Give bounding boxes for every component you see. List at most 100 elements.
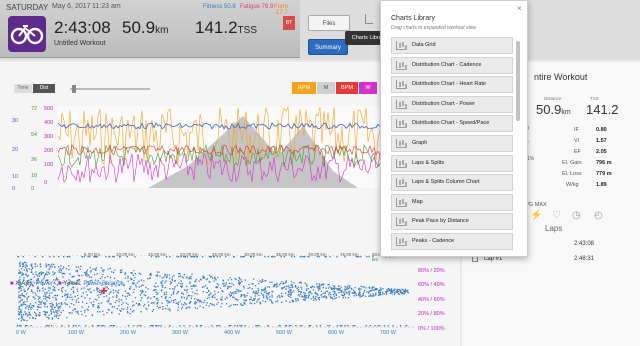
scatter-point (244, 325, 246, 327)
bike-workout-icon[interactable] (8, 16, 46, 52)
heart-icon[interactable]: ♡ (552, 210, 561, 221)
workout-graph[interactable] (58, 106, 388, 188)
channel-bpm-button[interactable]: BPM (336, 82, 358, 94)
scatter-point (123, 308, 125, 310)
chart-library-item[interactable]: Peak Pace by Distance (391, 213, 513, 231)
scatter-point (51, 318, 53, 320)
scatter-point (18, 325, 21, 327)
channel-rpm-button[interactable]: RPM (292, 82, 316, 94)
scatter-point (60, 311, 62, 314)
scatter-point (70, 288, 73, 290)
chart-library-item[interactable]: Graph (391, 135, 513, 152)
charts-library-scrollbar[interactable] (516, 41, 520, 121)
zoom-slider[interactable] (70, 88, 150, 90)
scatter-point (138, 286, 140, 288)
scatter-point (119, 256, 121, 258)
chart-library-item[interactable]: Distribution Chart - Power (391, 95, 513, 113)
channel-power-button[interactable]: W (359, 82, 377, 94)
scatter-point (316, 256, 318, 258)
charts-library-icon[interactable] (365, 14, 373, 24)
scatter-point (48, 273, 50, 275)
tss-label: TSS (590, 96, 599, 101)
scatter-point (169, 256, 171, 258)
scatter-point (394, 293, 396, 295)
scatter-point (108, 297, 110, 299)
chart-library-item[interactable]: Laps & Splits (391, 154, 513, 172)
scatter-point (94, 268, 96, 270)
scatter-point (46, 271, 48, 273)
scatter-point (175, 302, 177, 304)
scatter-point (189, 281, 191, 283)
chart-library-item[interactable]: Data Grid (391, 37, 513, 54)
channel-elevation-button[interactable]: M (317, 82, 335, 94)
scatter-point (145, 286, 147, 289)
scatter-point (359, 290, 361, 292)
metric-key: EF (574, 149, 582, 155)
lightning-icon[interactable]: ⚡ (530, 210, 542, 221)
scatter-point (205, 304, 207, 306)
scatter-point (295, 300, 297, 302)
scatter-point (58, 310, 60, 312)
metric-value: 779 m (596, 171, 612, 177)
scatter-point (317, 287, 319, 289)
scatter-point (387, 325, 389, 327)
scatter-point (261, 279, 264, 281)
scatter-point (58, 256, 60, 258)
scatter-point (46, 311, 48, 314)
chart-library-item[interactable]: Peaks - Cadence (391, 233, 513, 250)
chart-library-item[interactable]: Distribution Chart - Cadence (391, 56, 513, 74)
close-icon[interactable]: × (517, 4, 522, 13)
scatter-point (119, 271, 122, 273)
scatter-point (90, 302, 92, 304)
scatter-point (114, 290, 117, 292)
scatter-point (320, 294, 322, 296)
scatter-point (215, 286, 217, 288)
scatter-point (49, 292, 51, 294)
stopwatch-icon[interactable]: ◷ (572, 210, 581, 221)
zoom-slider-handle[interactable] (72, 85, 76, 93)
scatter-point (280, 256, 282, 258)
distance-toggle[interactable]: Dist (33, 84, 55, 93)
scatter-point (227, 279, 229, 281)
scatter-point (80, 288, 83, 290)
time-toggle[interactable]: Time (14, 84, 32, 93)
workout-title[interactable]: Untitled Workout (54, 40, 106, 47)
scatter-point (56, 310, 58, 312)
scatter-point (38, 303, 40, 306)
scatter-point (250, 303, 253, 305)
scatter-point (297, 286, 299, 288)
files-button[interactable]: Files (308, 15, 350, 31)
scatter-point (196, 293, 198, 295)
scatter-point (252, 291, 254, 293)
scatter-point (26, 265, 28, 267)
scatter-point (81, 306, 83, 308)
scatter-point (91, 314, 93, 317)
scatter-point (389, 292, 391, 294)
chart-library-item[interactable]: Distribution Chart - Speed/Pace (391, 115, 513, 133)
scatter-point (111, 285, 113, 287)
scatter-point (316, 283, 318, 285)
scatter-point (86, 271, 88, 273)
scatter-point (212, 304, 214, 306)
scatter-point (132, 300, 134, 303)
scatter-point (162, 308, 164, 310)
chart-library-item[interactable]: Distribution Chart - Heart Rate (391, 76, 513, 94)
scatter-point (329, 325, 331, 327)
chart-library-item[interactable]: Map (391, 193, 513, 211)
summary-button[interactable]: Summary (308, 39, 348, 55)
scatter-point (135, 286, 137, 288)
scatter-point (170, 294, 173, 296)
scatter-point (28, 314, 31, 316)
scatter-point (159, 275, 161, 277)
scatter-point (75, 325, 77, 327)
scatter-point (52, 296, 54, 299)
lap-icon[interactable]: ◴ (594, 210, 603, 221)
scatter-point (345, 291, 347, 293)
scatter-point (390, 288, 393, 290)
scatter-point (20, 289, 22, 292)
scatter-plot[interactable]: ✚ (16, 255, 416, 328)
scatter-point (250, 296, 252, 298)
scatter-point (148, 304, 150, 306)
scatter-point (368, 292, 370, 294)
chart-library-item[interactable]: Laps & Splits Column Chart (391, 174, 513, 192)
